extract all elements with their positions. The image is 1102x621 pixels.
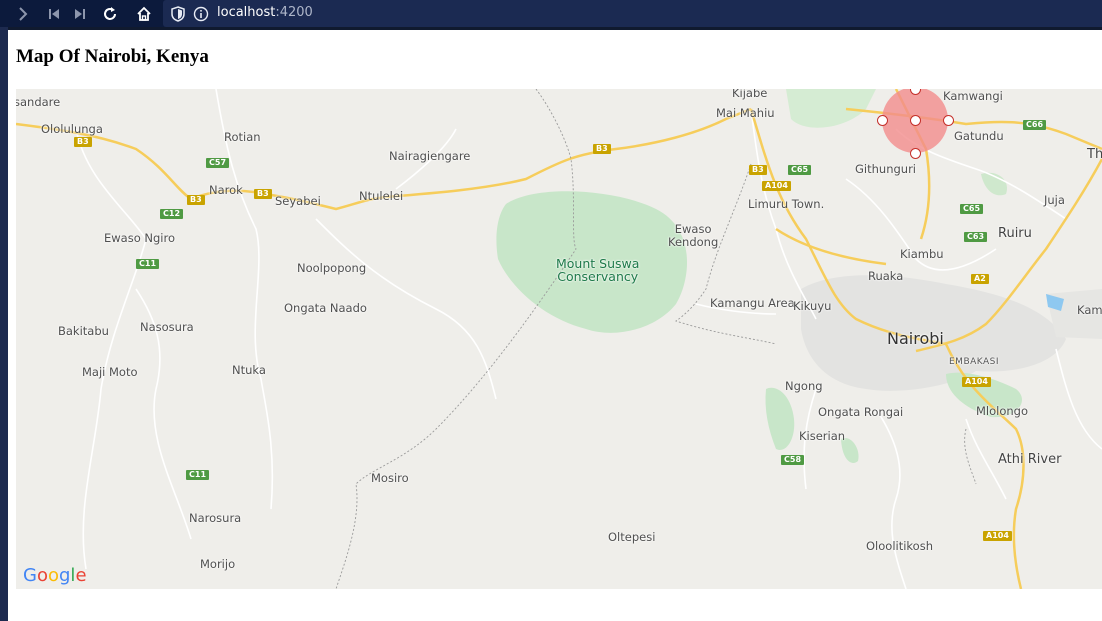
place-label: Kamwangi bbox=[943, 89, 1003, 103]
road-shield: A104 bbox=[962, 377, 991, 387]
place-label: Gatundu bbox=[954, 129, 1004, 143]
place-label: Th bbox=[1087, 147, 1102, 162]
toolbar-divider bbox=[8, 27, 1102, 30]
place-label: Oltepesi bbox=[608, 530, 656, 544]
road-shield: A2 bbox=[971, 274, 989, 284]
place-label: Ongata Naado bbox=[284, 301, 367, 315]
place-label: Ngong bbox=[785, 379, 823, 393]
place-label: Rotian bbox=[224, 130, 261, 144]
url-text[interactable]: localhost:4200 bbox=[217, 5, 313, 20]
home-icon[interactable] bbox=[131, 0, 157, 27]
road-shield: B3 bbox=[74, 137, 92, 147]
place-label: Ntuka bbox=[232, 363, 266, 377]
road-shield: C65 bbox=[788, 165, 812, 175]
circle-edit-handle[interactable] bbox=[943, 115, 954, 126]
road-shield: A104 bbox=[762, 181, 791, 191]
place-label: Mai Mahiu bbox=[716, 106, 775, 120]
place-label: Ewaso Ngiro bbox=[104, 231, 176, 245]
circle-center-handle[interactable] bbox=[910, 115, 921, 126]
place-label: Kamangu Area bbox=[710, 296, 795, 310]
road-shield: C12 bbox=[160, 209, 184, 219]
place-label: Juja bbox=[1044, 193, 1065, 207]
place-label: Ololulunga bbox=[41, 122, 103, 136]
place-label: Nasosura bbox=[140, 320, 194, 334]
road-shield: C63 bbox=[964, 232, 988, 242]
info-icon[interactable] bbox=[188, 0, 214, 27]
road-shield: B3 bbox=[254, 189, 272, 199]
reload-icon[interactable] bbox=[97, 0, 123, 27]
place-label: Seyabei bbox=[275, 194, 321, 208]
place-label-city: Nairobi bbox=[887, 329, 944, 348]
road-shield: C58 bbox=[781, 455, 805, 465]
road-shield: C66 bbox=[1023, 120, 1047, 130]
road-shield: B3 bbox=[593, 144, 611, 154]
place-label: Mosiro bbox=[371, 471, 409, 485]
road-shield: C11 bbox=[136, 259, 160, 269]
place-label: Mlolongo bbox=[976, 404, 1029, 418]
place-label: Morijo bbox=[200, 557, 236, 571]
place-label: Narok bbox=[209, 183, 243, 197]
place-label: Narosura bbox=[189, 511, 242, 525]
place-label: Athi River bbox=[998, 452, 1062, 467]
place-label: Nairagiengare bbox=[389, 149, 471, 163]
circle-edit-handle[interactable] bbox=[877, 115, 888, 126]
place-label: Ruaka bbox=[868, 269, 904, 283]
road-shield: C65 bbox=[960, 204, 984, 214]
map-view[interactable]: sandare Ololulunga Rotian Nairagiengare … bbox=[16, 89, 1102, 589]
skip-forward-icon[interactable] bbox=[67, 0, 93, 27]
place-label: Ewaso Kendong bbox=[668, 222, 719, 249]
place-label: EMBAKASI bbox=[949, 357, 1000, 367]
place-label: Kiambu bbox=[900, 247, 944, 261]
desktop-edge bbox=[0, 0, 8, 621]
road-shield: A104 bbox=[983, 531, 1012, 541]
forward-icon[interactable] bbox=[10, 0, 36, 27]
place-label: sandare bbox=[16, 95, 61, 109]
place-label: Limuru Town. bbox=[748, 197, 825, 211]
road-shield: C11 bbox=[186, 470, 210, 480]
place-label: Noolpopong bbox=[297, 261, 367, 275]
place-label: Ntulelei bbox=[359, 189, 404, 203]
google-logo[interactable]: Google bbox=[23, 565, 87, 586]
place-label: Bakitabu bbox=[58, 324, 109, 338]
road-shield: C57 bbox=[206, 158, 230, 168]
place-label: Ruiru bbox=[998, 226, 1032, 241]
skip-back-icon[interactable] bbox=[41, 0, 67, 27]
place-label: Oloolitikosh bbox=[866, 539, 933, 553]
browser-toolbar: localhost:4200 bbox=[0, 0, 1102, 27]
place-label: Maji Moto bbox=[82, 365, 138, 379]
place-label: Kijabe bbox=[732, 89, 768, 100]
place-label: Kikuyu bbox=[793, 299, 832, 313]
park-label: Mount Suswa Conservancy bbox=[556, 256, 640, 284]
page-title: Map Of Nairobi, Kenya bbox=[16, 46, 209, 67]
circle-edit-handle[interactable] bbox=[910, 148, 921, 159]
road-shield: B3 bbox=[749, 165, 767, 175]
place-label: Ongata Rongai bbox=[818, 405, 904, 419]
road-shield: B3 bbox=[187, 195, 205, 205]
place-label: Kam bbox=[1077, 303, 1102, 317]
place-label: Githunguri bbox=[855, 162, 916, 176]
place-label: Kiserian bbox=[799, 429, 846, 443]
